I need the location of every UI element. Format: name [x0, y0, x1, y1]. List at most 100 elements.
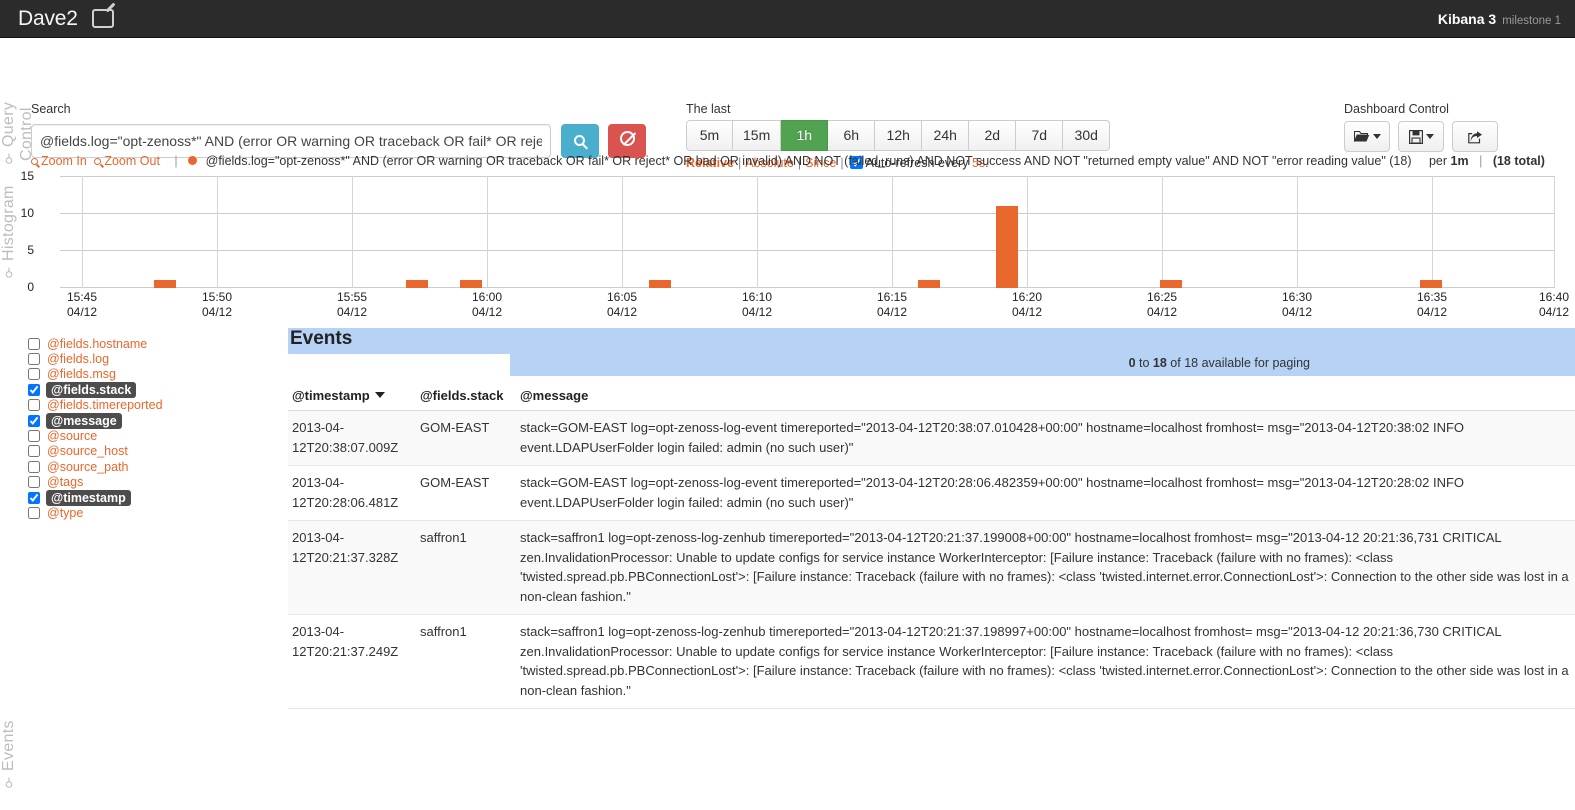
- column-header-stack[interactable]: @fields.stack: [416, 386, 516, 411]
- cell-message: stack=GOM-EAST log=opt-zenoss-log-event …: [516, 465, 1575, 521]
- histogram-bar[interactable]: [1420, 280, 1442, 288]
- field-label[interactable]: @source_path: [47, 460, 129, 474]
- chart-plot-area[interactable]: 15 10 5 0: [21, 169, 1555, 294]
- field-row-fields-stack[interactable]: @fields.stack: [28, 381, 278, 398]
- histogram-bar[interactable]: [460, 280, 482, 288]
- time-range-2d[interactable]: 2d: [969, 120, 1017, 151]
- x-tick-date: 04/12: [1011, 305, 1043, 319]
- field-label[interactable]: @fields.log: [47, 352, 109, 366]
- x-tick-time: 16:40: [1538, 290, 1570, 304]
- field-row-fields-timereported[interactable]: @fields.timereported: [28, 398, 278, 413]
- rail-events-label: Events: [0, 720, 17, 771]
- histogram-bar[interactable]: [996, 206, 1018, 288]
- field-label[interactable]: @fields.timereported: [47, 398, 163, 412]
- field-checkbox[interactable]: [28, 368, 40, 381]
- histogram-chart[interactable]: 15 10 5 0 15:45 04/12 15:50 04/12 15:55 …: [0, 169, 1575, 326]
- x-tick-time: 16:20: [1011, 290, 1043, 304]
- field-row-fields-log[interactable]: @fields.log: [28, 351, 278, 366]
- paging-from: 0: [1128, 356, 1136, 370]
- time-range-7d[interactable]: 7d: [1016, 120, 1064, 151]
- field-label[interactable]: @timestamp: [46, 489, 131, 506]
- field-label[interactable]: @type: [47, 506, 83, 520]
- paging-highlight: [510, 354, 1575, 376]
- time-range-5m[interactable]: 5m: [686, 120, 733, 151]
- column-header-message[interactable]: @message: [516, 386, 1575, 411]
- field-row-source[interactable]: @source: [28, 428, 278, 443]
- field-row-source-path[interactable]: @source_path: [28, 459, 278, 474]
- events-table: @timestamp @fields.stack @message 2013-0…: [288, 386, 1575, 709]
- chevron-down-icon: [1425, 134, 1434, 139]
- field-label[interactable]: @source: [47, 429, 97, 443]
- field-checkbox[interactable]: [28, 383, 40, 396]
- search-label: Search: [31, 102, 71, 116]
- x-tick-date: 04/12: [1416, 305, 1448, 319]
- histogram-bar[interactable]: [918, 280, 940, 288]
- field-checkbox[interactable]: [28, 430, 40, 443]
- zoom-in-button[interactable]: Zoom In: [31, 154, 87, 168]
- vgridline: [1162, 176, 1163, 288]
- field-label[interactable]: @tags: [47, 475, 83, 489]
- column-label-message: @message: [520, 388, 589, 403]
- field-checkbox[interactable]: [28, 460, 40, 473]
- time-range-1h[interactable]: 1h: [781, 120, 829, 151]
- y-tick-15: 15: [20, 169, 34, 183]
- field-row-source-host[interactable]: @source_host: [28, 444, 278, 459]
- time-range-6h[interactable]: 6h: [828, 120, 876, 151]
- x-tick-time: 15:45: [66, 290, 98, 304]
- time-range-24h[interactable]: 24h: [922, 120, 970, 151]
- legend-color-swatch: [188, 156, 198, 165]
- x-tick-time: 16:35: [1416, 290, 1448, 304]
- field-label[interactable]: @source_host: [47, 444, 128, 458]
- table-row[interactable]: 2013-04-12T20:28:06.481Z GOM-EAST stack=…: [288, 465, 1575, 521]
- gridline-0: [60, 287, 1555, 288]
- paging-to: 18: [1152, 356, 1167, 370]
- chevron-down-icon[interactable]: [374, 392, 385, 398]
- edit-dashboard-icon[interactable]: [91, 9, 114, 28]
- field-checkbox[interactable]: [28, 445, 40, 458]
- x-tick-time: 16:10: [741, 290, 773, 304]
- histogram-bar[interactable]: [1160, 280, 1182, 288]
- y-tick-0: 0: [27, 280, 34, 294]
- rail-events[interactable]: ⚲ Events: [0, 700, 26, 810]
- ban-icon: [619, 131, 635, 146]
- field-checkbox[interactable]: [28, 476, 40, 489]
- histogram-bar[interactable]: [154, 280, 176, 288]
- x-tick-date: 04/12: [336, 305, 368, 319]
- x-tick-time: 16:15: [876, 290, 908, 304]
- zoom-out-icon: [94, 158, 102, 165]
- table-row[interactable]: 2013-04-12T20:21:37.249Z saffron1 stack=…: [288, 614, 1575, 709]
- vgridline: [1432, 176, 1433, 288]
- field-label[interactable]: @fields.msg: [47, 367, 116, 381]
- field-checkbox[interactable]: [28, 337, 40, 350]
- column-header-timestamp[interactable]: @timestamp: [288, 386, 416, 411]
- field-label[interactable]: @fields.hostname: [47, 337, 147, 351]
- field-label[interactable]: @fields.stack: [46, 381, 137, 398]
- pin-icon: ⚲: [2, 775, 16, 790]
- share-export-icon: [1467, 130, 1482, 143]
- field-checkbox[interactable]: [28, 399, 40, 412]
- interval-prefix: per: [1428, 154, 1451, 168]
- time-range-30d[interactable]: 30d: [1063, 120, 1111, 151]
- field-row-message[interactable]: @message: [28, 412, 278, 429]
- table-row[interactable]: 2013-04-12T20:21:37.328Z saffron1 stack=…: [288, 520, 1575, 615]
- field-checkbox[interactable]: [28, 491, 40, 504]
- field-checkbox[interactable]: [28, 353, 40, 366]
- toolbar-divider-2: |: [1479, 154, 1483, 168]
- field-label[interactable]: @message: [46, 412, 122, 429]
- histogram-legend[interactable]: @fields.log="opt-zenoss*" AND (error OR …: [206, 154, 1412, 168]
- zoom-out-button[interactable]: Zoom Out: [94, 154, 160, 168]
- field-row-fields-msg[interactable]: @fields.msg: [28, 367, 278, 382]
- field-row-type[interactable]: @type: [28, 505, 278, 520]
- field-checkbox[interactable]: [28, 414, 40, 427]
- field-row-fields-hostname[interactable]: @fields.hostname: [28, 336, 278, 351]
- histogram-bar[interactable]: [406, 280, 428, 288]
- time-range-15m[interactable]: 15m: [733, 120, 782, 151]
- time-range-12h[interactable]: 12h: [875, 120, 923, 151]
- histogram-bar[interactable]: [649, 280, 671, 288]
- field-checkbox[interactable]: [28, 506, 40, 519]
- gridline-5: [60, 250, 1555, 251]
- field-row-tags[interactable]: @tags: [28, 475, 278, 490]
- field-row-timestamp[interactable]: @timestamp: [28, 489, 278, 506]
- x-tick-time: 15:50: [201, 290, 233, 304]
- table-row[interactable]: 2013-04-12T20:38:07.009Z GOM-EAST stack=…: [288, 410, 1575, 466]
